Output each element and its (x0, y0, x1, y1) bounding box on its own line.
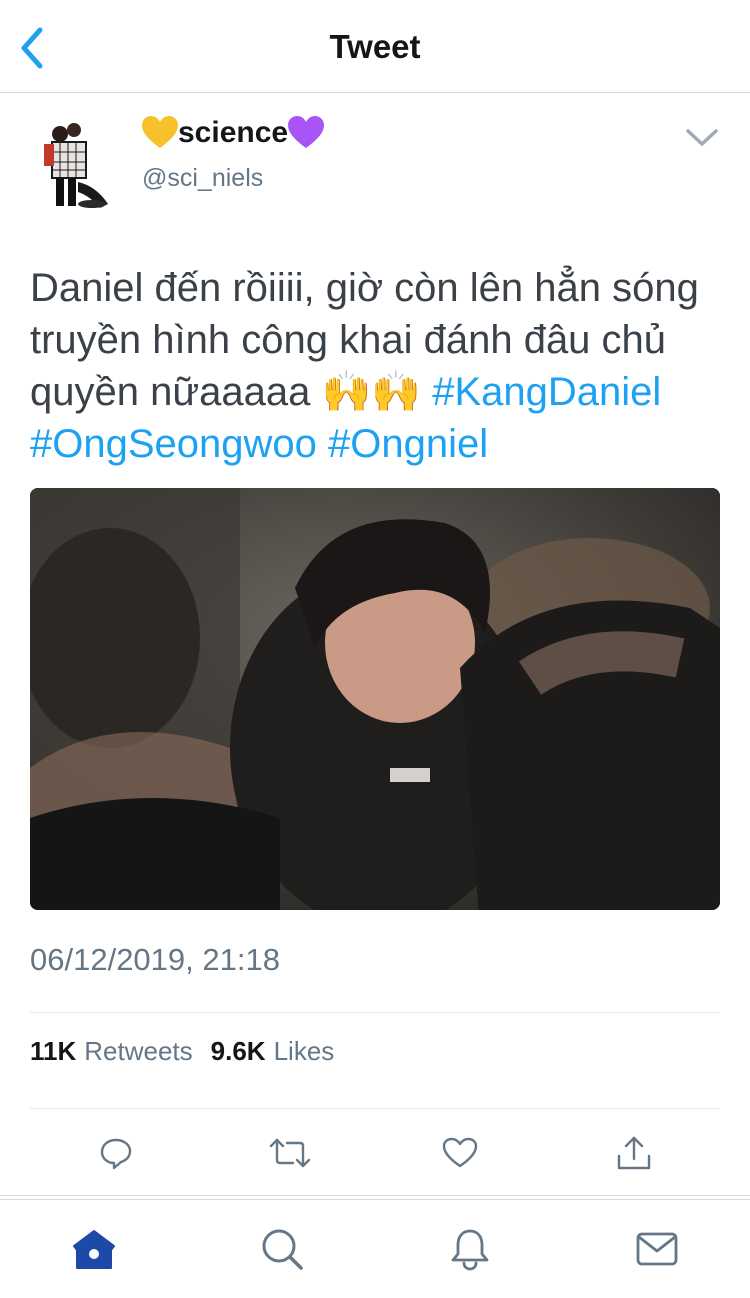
display-name-text: science (178, 116, 289, 149)
hashtag-link[interactable]: #KangDaniel (432, 370, 661, 414)
tab-notifications[interactable] (445, 1224, 495, 1274)
divider (30, 1012, 720, 1013)
top-navigation-bar: Tweet (0, 0, 750, 93)
page-title: Tweet (329, 28, 421, 65)
chevron-down-icon (686, 129, 718, 146)
retweet-icon (269, 1138, 311, 1168)
tweet-actions (30, 1128, 720, 1178)
like-button[interactable] (435, 1128, 485, 1178)
tab-search[interactable] (257, 1224, 307, 1274)
avatar[interactable] (30, 112, 126, 212)
messages-icon (636, 1232, 678, 1266)
tweet-text-line: truyền hình công khai đánh đâu chủ (30, 318, 667, 362)
likes-count[interactable]: 9.6K (211, 1036, 266, 1067)
tweet-text: Daniel đến rồiiii, giờ còn lên hẳn sóng … (30, 262, 730, 470)
tweet-text-line: quyền nữaaaaa 🙌🙌 #KangDaniel (30, 366, 730, 418)
retweets-label[interactable]: Retweets (84, 1036, 192, 1067)
media-photo (30, 488, 720, 910)
reply-icon (100, 1138, 132, 1170)
tab-home[interactable] (69, 1224, 119, 1274)
tweet-media-image[interactable] (30, 488, 720, 910)
tweet-text-line: Daniel đến rồiiii, giờ còn lên hẳn sóng (30, 266, 699, 310)
hashtag-link[interactable]: #Ongniel (328, 422, 488, 466)
retweets-count[interactable]: 11K (30, 1036, 76, 1067)
bottom-tab-bar (0, 1200, 750, 1298)
notifications-icon (451, 1229, 489, 1271)
likes-label[interactable]: Likes (274, 1036, 335, 1067)
search-icon (262, 1229, 303, 1270)
tweet-menu-button[interactable] (684, 120, 720, 156)
retweet-button[interactable] (265, 1128, 315, 1178)
avatar-illustration (30, 112, 126, 212)
yellow-heart-icon (142, 116, 178, 148)
user-handle[interactable]: @sci_niels (142, 164, 263, 193)
tweet-timestamp: 06/12/2019, 21:18 (30, 942, 280, 977)
tweet-author: science @sci_niels (30, 112, 720, 222)
home-icon (73, 1230, 115, 1269)
share-button[interactable] (609, 1128, 659, 1178)
tweet-stats: 11K Retweets 9.6K Likes (30, 1036, 352, 1067)
reply-button[interactable] (91, 1128, 141, 1178)
divider (0, 1195, 750, 1196)
tweet-text-segment: quyền nữaaaaa (30, 370, 311, 414)
share-icon (617, 1136, 651, 1170)
tab-messages[interactable] (632, 1224, 682, 1274)
tweet-text-line: #OngSeongwoo #Ongniel (30, 418, 730, 470)
purple-heart-icon (288, 116, 325, 148)
hashtag-link[interactable]: #OngSeongwoo (30, 422, 317, 466)
like-icon (442, 1137, 478, 1168)
raised-hands-emoji: 🙌🙌 (321, 370, 422, 414)
divider (30, 1108, 720, 1109)
display-name[interactable]: science (142, 116, 325, 150)
